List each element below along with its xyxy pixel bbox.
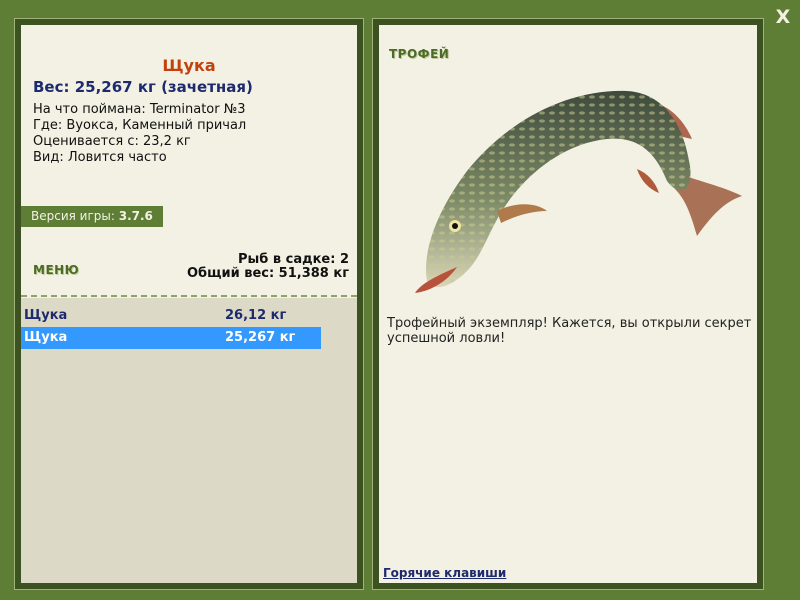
catch-row[interactable]: Щука 26,12 кг [21,305,321,327]
catch-row-selected[interactable]: Щука 25,267 кг [21,327,321,349]
fish-name: Щука [162,56,216,75]
keepnet-summary: Рыб в садке: 2 Общий вес: 51,388 кг [187,253,349,281]
fish-weight: Вес: 25,267 кг (зачетная) [33,78,253,96]
divider [21,295,357,297]
valued-from-info: Оценивается с: 23,2 кг [33,134,191,149]
bait-info: На что поймана: Terminator №3 [33,102,246,117]
trophy-content: ТРОФЕЙ Трофейный экземпляр! Кажется, вы … [379,25,757,583]
menu-button[interactable]: МЕНЮ [33,263,79,277]
version-value: 3.7.6 [118,209,153,223]
trophy-label: ТРОФЕЙ [389,47,450,61]
catch-weight: 25,267 кг [225,330,296,345]
catch-list: Щука 26,12 кг Щука 25,267 кг [21,298,357,583]
game-version-badge: Версия игры: 3.7.6 [21,206,163,227]
version-label: Версия игры: [31,209,119,223]
fish-info-panel: Щука Вес: 25,267 кг (зачетная) На что по… [14,18,364,590]
catch-name: Щука [24,308,68,323]
hotkeys-link[interactable]: Горячие клавиши [383,566,506,580]
keepnet-count: Рыб в садке: 2 [237,252,349,267]
trophy-message: Трофейный экземпляр! Кажется, вы открыли… [387,316,752,346]
location-info: Где: Вуокса, Каменный причал [33,118,247,133]
species-status-info: Вид: Ловится часто [33,150,167,165]
trophy-panel: ТРОФЕЙ Трофейный экземпляр! Кажется, вы … [372,18,764,590]
catch-name: Щука [24,330,68,345]
catch-weight: 26,12 кг [225,308,287,323]
fish-info-content: Щука Вес: 25,267 кг (зачетная) На что по… [21,25,357,583]
close-button[interactable]: X [772,6,794,28]
keepnet-total-weight: Общий вес: 51,388 кг [186,266,349,281]
pike-fish-image [415,90,742,293]
